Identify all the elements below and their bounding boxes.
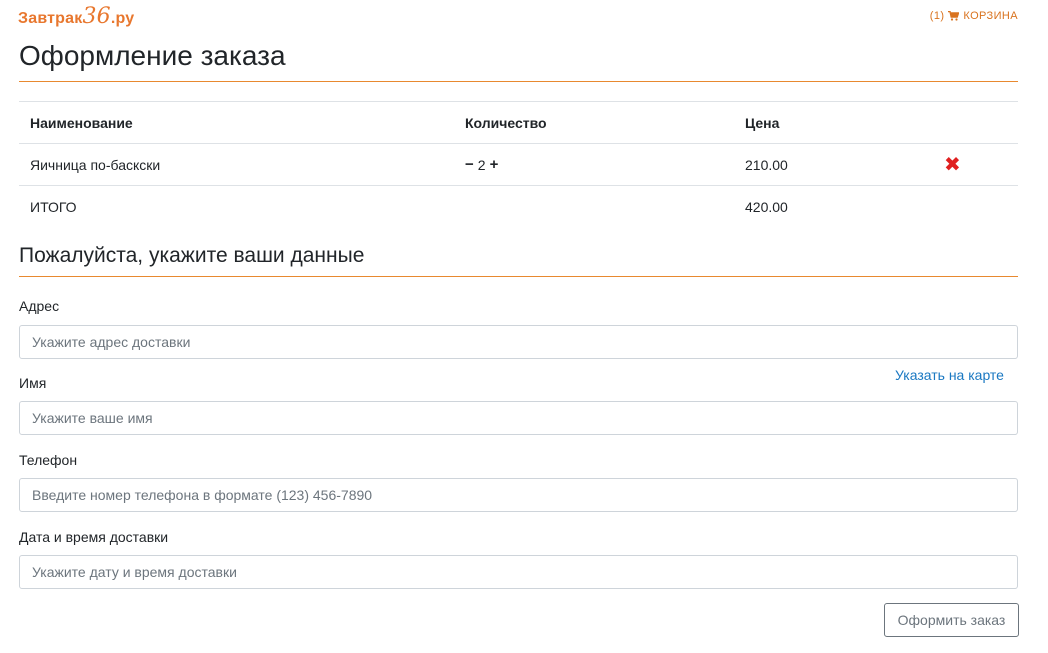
title-divider <box>19 81 1018 82</box>
cart-icon <box>948 11 960 21</box>
total-value: 420.00 <box>734 185 917 228</box>
decrease-quantity-button[interactable]: − <box>465 156 474 173</box>
increase-quantity-button[interactable]: + <box>490 156 499 173</box>
datetime-field[interactable] <box>19 555 1018 589</box>
cart-link[interactable]: (1) КОРЗИНА <box>930 10 1018 22</box>
form-title-divider <box>19 276 1018 277</box>
datetime-label: Дата и время доставки <box>19 529 169 545</box>
item-remove-cell: ✖ <box>917 143 1018 186</box>
cart-label: КОРЗИНА <box>963 10 1018 22</box>
address-field[interactable] <box>19 325 1018 359</box>
table-row: Яичница по-баскски − 2 + 210.00 ✖ <box>19 143 1018 186</box>
total-empty-cell-2 <box>917 185 1018 228</box>
table-header-row: Наименование Количество Цена <box>19 101 1018 144</box>
phone-field[interactable] <box>19 478 1018 512</box>
site-logo[interactable]: Завтрак36.ру <box>18 4 134 29</box>
submit-order-button[interactable]: Оформить заказ <box>884 603 1019 637</box>
item-price: 210.00 <box>734 143 917 186</box>
form-title: Пожалуйста, укажите ваши данные <box>19 244 365 267</box>
phone-label: Телефон <box>19 452 78 468</box>
total-label: ИТОГО <box>19 185 454 228</box>
logo-number: 36 <box>82 4 111 29</box>
column-header-price: Цена <box>734 101 917 144</box>
cart-count: (1) <box>929 10 945 22</box>
page-title: Оформление заказа <box>19 40 286 71</box>
name-label: Имя <box>19 375 47 391</box>
page: Завтрак36.ру (1) КОРЗИНА Оформление зака… <box>0 0 1048 653</box>
address-label: Адрес <box>19 298 60 314</box>
total-empty-cell <box>454 185 734 228</box>
name-field[interactable] <box>19 401 1018 435</box>
total-row: ИТОГО 420.00 <box>19 185 1018 228</box>
column-header-name: Наименование <box>19 101 454 144</box>
logo-suffix: .ру <box>110 10 135 27</box>
item-quantity-cell: − 2 + <box>454 143 734 186</box>
close-icon[interactable]: ✖ <box>928 154 961 176</box>
column-header-actions <box>917 101 1018 144</box>
quantity-stepper: − 2 + <box>465 156 498 173</box>
column-header-quantity: Количество <box>454 101 734 144</box>
item-name: Яичница по-баскски <box>19 143 454 186</box>
logo-prefix: Завтрак <box>18 10 83 27</box>
order-table: Наименование Количество Цена Яичница по-… <box>19 101 1018 228</box>
item-quantity: 2 <box>477 156 486 173</box>
show-on-map-link[interactable]: Указать на карте <box>895 367 1004 383</box>
